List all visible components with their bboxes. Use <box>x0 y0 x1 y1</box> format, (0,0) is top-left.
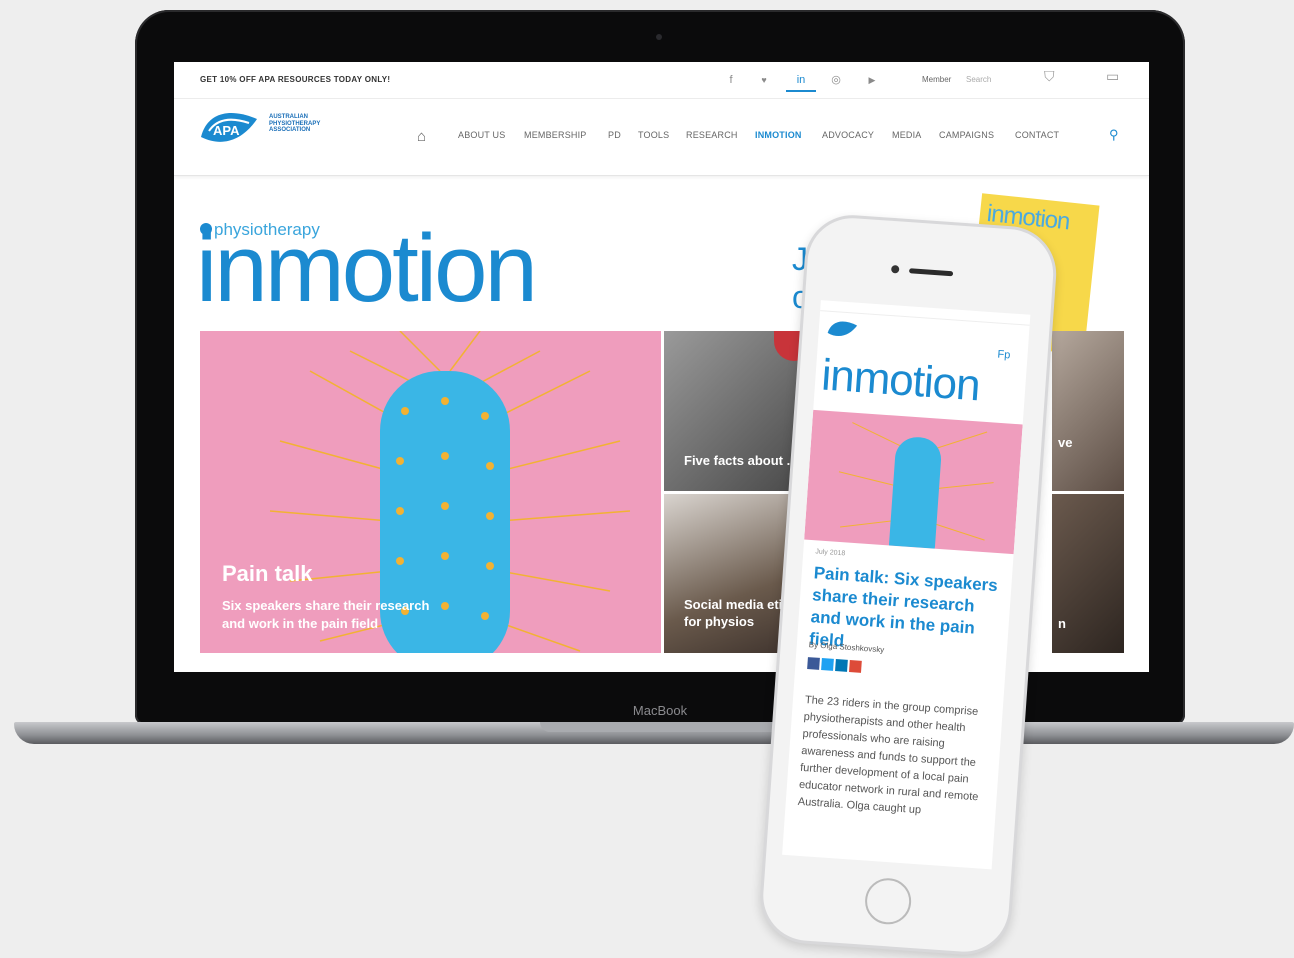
main-nav: APA AUSTRALIAN PHYSIOTHERAPY ASSOCIATION… <box>174 99 1149 176</box>
logo-text: AUSTRALIAN PHYSIOTHERAPY ASSOCIATION <box>269 114 320 134</box>
phone-share-buttons <box>807 656 864 673</box>
phone-nav-link[interactable]: Fp <box>997 349 1011 362</box>
phone-camera <box>890 264 900 274</box>
nav-item-tools[interactable]: TOOLS <box>638 130 669 140</box>
facebook-share-icon[interactable] <box>807 657 820 670</box>
laptop-brand-label: MacBook <box>632 703 688 718</box>
nav-item-pd[interactable]: PD <box>608 130 621 140</box>
article-tile-title: Social media etiq for physios <box>684 596 790 630</box>
nav-item-inmotion[interactable]: INMOTION <box>755 130 802 140</box>
article-tile-title: Five facts about . <box>684 453 791 468</box>
instagram-icon[interactable]: ◎ <box>821 70 851 90</box>
hero-subtitle-line: Six speakers share their research <box>222 598 430 613</box>
twitter-share-icon[interactable] <box>821 658 834 671</box>
laptop-hinge-notch <box>540 722 780 732</box>
nav-item-advocacy[interactable]: ADVOCACY <box>822 130 874 140</box>
phone-article-body: The 23 riders in the group comprise phys… <box>797 693 979 817</box>
facebook-icon[interactable]: f <box>716 70 746 90</box>
nav-item-membership[interactable]: MEMBERSHIP <box>524 130 587 140</box>
linkedin-icon[interactable]: in <box>786 70 816 92</box>
phone-apa-logo-icon[interactable] <box>826 317 859 341</box>
article-tile-title-line: for physios <box>684 614 755 629</box>
phone-screen: Fp inmotion July 2018 Pain talk: Six spe… <box>782 300 1031 870</box>
promo-bar: GET 10% OFF APA RESOURCES TODAY ONLY! f … <box>174 62 1149 99</box>
article-tile-title: ve <box>1058 435 1073 450</box>
apa-logo-icon[interactable]: APA <box>199 107 261 147</box>
phone-hero-image[interactable] <box>804 409 1023 555</box>
nav-item-campaigns[interactable]: CAMPAIGNS <box>939 130 994 140</box>
article-tile-right-bottom[interactable]: n <box>1052 494 1124 653</box>
hero-article[interactable]: Pain talk Six speakers share their resea… <box>200 331 661 653</box>
nav-item-contact[interactable]: CONTACT <box>1015 130 1059 140</box>
member-search-link[interactable]: Search <box>966 75 991 84</box>
home-icon[interactable]: ⌂ <box>417 128 426 145</box>
cart-icon[interactable]: ⛉ <box>1044 68 1055 85</box>
phone-speaker <box>908 268 954 277</box>
logo-mark-text: APA <box>213 123 240 138</box>
phone-article-date: July 2018 <box>815 548 846 558</box>
display-icon[interactable]: ▭ <box>1106 68 1119 85</box>
twitter-icon[interactable]: ♥ <box>749 70 779 90</box>
phone-cactus-image <box>838 422 994 555</box>
logo-line: ASSOCIATION <box>269 127 311 133</box>
phone: Fp inmotion July 2018 Pain talk: Six spe… <box>757 212 1060 958</box>
article-tile-right-top[interactable]: ve <box>1052 331 1124 491</box>
hero-title: Pain talk <box>222 561 313 586</box>
nav-item-research[interactable]: RESEARCH <box>686 130 738 140</box>
nav-item-media[interactable]: MEDIA <box>892 130 922 140</box>
phone-home-button[interactable] <box>863 876 913 926</box>
member-label: Member <box>922 75 952 84</box>
nav-item-about-us[interactable]: ABOUT US <box>458 130 505 140</box>
phone-masthead-title: inmotion <box>819 350 982 411</box>
youtube-icon[interactable]: ▶ <box>857 70 887 90</box>
masthead-title: inmotion <box>196 215 538 322</box>
google-plus-share-icon[interactable] <box>849 660 862 673</box>
linkedin-share-icon[interactable] <box>835 659 848 672</box>
hero-subtitle-line: and work in the pain field <box>222 616 379 631</box>
search-icon[interactable]: ⚲ <box>1109 127 1119 143</box>
hero-subtitle: Six speakers share their research and wo… <box>222 597 429 633</box>
laptop-camera <box>656 34 662 40</box>
promo-link[interactable]: GET 10% OFF APA RESOURCES TODAY ONLY! <box>200 75 390 84</box>
article-tile-title: n <box>1058 616 1066 631</box>
article-tile-title-line: Social media etiq <box>684 597 791 612</box>
